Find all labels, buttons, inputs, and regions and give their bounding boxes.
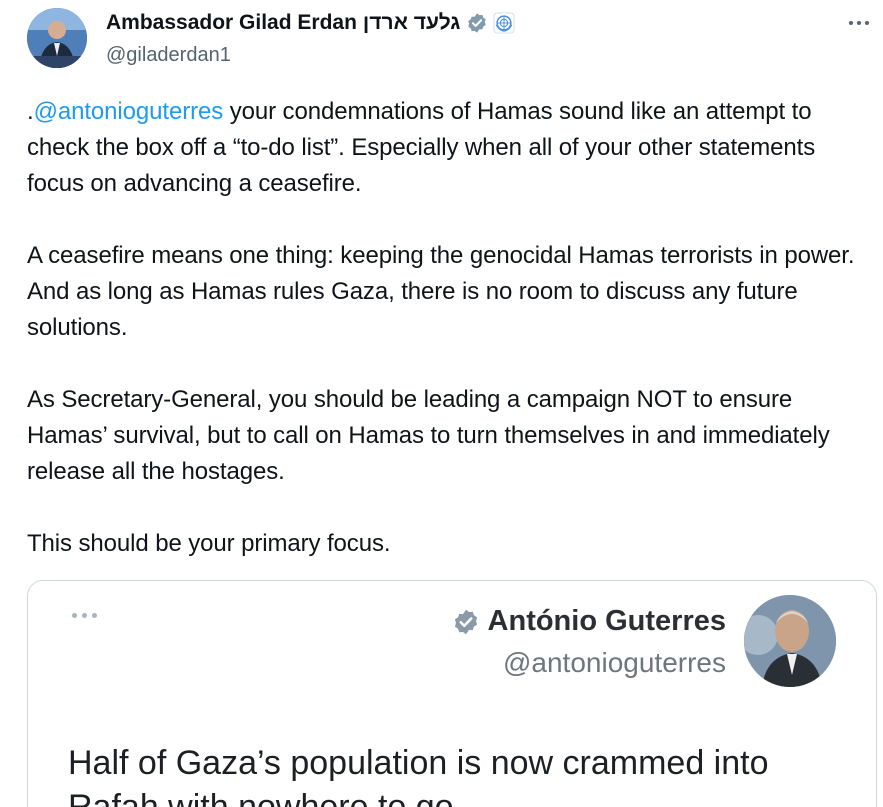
quoted-avatar bbox=[744, 595, 836, 687]
tweet-paragraph-2: A ceasefire means one thing: keeping the… bbox=[27, 242, 855, 341]
verified-badge-icon bbox=[452, 608, 480, 636]
author-display-name[interactable]: Ambassador Gilad Erdan bbox=[106, 11, 357, 35]
author-hebrew-name[interactable]: גלעד ארדן bbox=[363, 11, 460, 35]
tweet-paragraph-4: This should be your primary focus. bbox=[27, 530, 391, 557]
un-emblem-icon bbox=[493, 12, 515, 34]
tweet-paragraph-1: .@antonioguterres your condemnations of … bbox=[27, 94, 877, 202]
tweet-text-prefix: . bbox=[27, 98, 34, 125]
verified-badge-icon bbox=[466, 12, 488, 34]
tweet-container: Ambassador Gilad Erdan גלעד ארדן @gilade… bbox=[0, 0, 883, 807]
quoted-avatar-image bbox=[744, 595, 836, 687]
quoted-tweet-card[interactable]: António Guterres @antonioguterres Half o… bbox=[27, 580, 877, 807]
quoted-display-name: António Guterres bbox=[487, 605, 726, 637]
quoted-more-icon bbox=[72, 613, 97, 618]
author-avatar[interactable] bbox=[27, 8, 87, 68]
quoted-name-row: António Guterres bbox=[452, 605, 726, 638]
author-handle[interactable]: @giladerdan1 bbox=[106, 44, 231, 67]
quoted-handle: @antonioguterres bbox=[502, 647, 726, 678]
author-name-row: Ambassador Gilad Erdan גלעד ארדן bbox=[106, 11, 515, 35]
tweet-text: .@antonioguterres your condemnations of … bbox=[27, 94, 877, 598]
tweet-paragraph-3: As Secretary-General, you should be lead… bbox=[27, 386, 830, 485]
avatar-image bbox=[27, 8, 87, 68]
quoted-tweet-text: Half of Gaza’s population is now crammed… bbox=[68, 744, 769, 807]
mention-link[interactable]: @antonioguterres bbox=[34, 98, 224, 125]
more-horizontal-icon[interactable] bbox=[845, 11, 873, 35]
